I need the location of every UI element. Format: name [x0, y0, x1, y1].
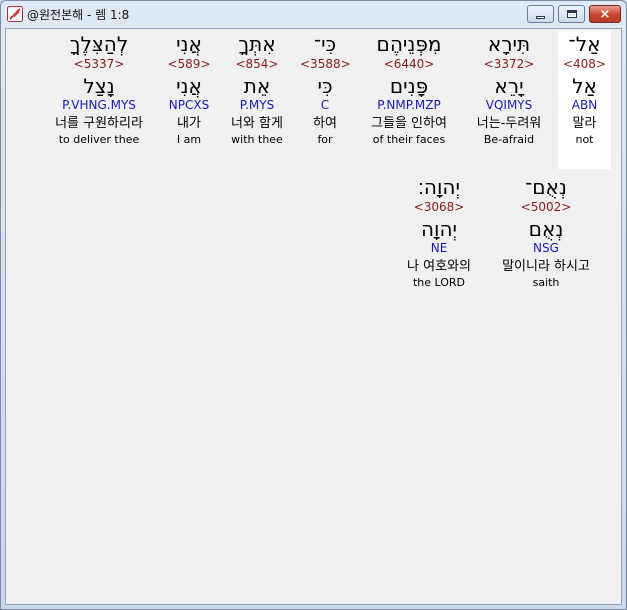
strong-number[interactable]: <5337>	[42, 57, 156, 73]
maximize-icon	[566, 10, 577, 18]
morphology-code[interactable]: C	[300, 98, 350, 115]
word-column[interactable]: מִפְּנֵיהֶם <6440> פָּנִים P.NMP.MZP 그들을…	[360, 31, 458, 169]
hebrew-word: תִּירָא	[487, 32, 531, 56]
korean-gloss: 그들을 인하여	[371, 116, 447, 131]
hebrew-word: לְהַצִּלֶךָ	[69, 32, 129, 56]
korean-gloss: 너를 구원하리라	[55, 116, 143, 131]
hebrew-word: נְאֻם־	[525, 175, 567, 199]
strong-number[interactable]: <5002>	[490, 200, 602, 216]
hebrew-lemma: אַל	[572, 74, 597, 98]
hebrew-lemma: אֲנִי	[176, 74, 202, 98]
english-gloss: Be-afraid	[483, 133, 535, 146]
word-column[interactable]: יְהוָה׃ <3068> יְהוָה NE 나 여호와의 the LORD	[396, 174, 482, 312]
korean-gloss: 말이니라 하시고	[502, 259, 590, 274]
english-gloss: to deliver thee	[58, 133, 140, 146]
strong-number[interactable]: <408>	[558, 57, 611, 73]
strong-number[interactable]: <854>	[223, 57, 291, 73]
english-gloss: for	[317, 133, 333, 146]
word-column[interactable]: תִּירָא <3372> יָרֵא VQIMYS 너는-두려워 Be-af…	[474, 31, 544, 169]
korean-gloss: 나 여호와의	[407, 259, 471, 274]
korean-gloss: 너는-두려워	[476, 116, 542, 131]
hebrew-lemma: אֵת	[243, 74, 271, 98]
morphology-code[interactable]: P.MYS	[223, 98, 291, 115]
korean-gloss: 하여	[313, 116, 337, 131]
morphology-code[interactable]: VQIMYS	[474, 98, 544, 115]
english-gloss: the LORD	[412, 276, 466, 289]
word-column[interactable]: נְאֻם־ <5002> נְאֻם NSG 말이니라 하시고 saith	[490, 174, 602, 312]
strong-number[interactable]: <589>	[164, 57, 214, 73]
strong-number[interactable]: <6440>	[360, 57, 458, 73]
korean-gloss: 말라	[572, 116, 597, 131]
word-column[interactable]: אִתְּךָ <854> אֵת P.MYS 너와 함게 with thee	[223, 31, 291, 169]
word-column[interactable]: אֲנִי <589> אֲנִי NPCXS 내가 I am	[164, 31, 214, 169]
hebrew-word: אֲנִי	[176, 32, 202, 56]
korean-gloss: 내가	[177, 116, 201, 131]
morphology-code[interactable]: ABN	[558, 98, 611, 115]
strong-number[interactable]: <3372>	[474, 57, 544, 73]
english-gloss: with thee	[231, 133, 283, 146]
strong-number[interactable]: <3068>	[396, 200, 482, 216]
morphology-code[interactable]: P.VHNG.MYS	[42, 98, 156, 115]
maximize-button[interactable]	[558, 5, 585, 23]
english-gloss: I am	[176, 133, 202, 146]
korean-gloss: 너와 함게	[231, 116, 283, 131]
app-feather-icon	[7, 6, 23, 22]
hebrew-lemma: יְהוָה	[420, 217, 458, 241]
hebrew-word: אַל־	[568, 32, 601, 56]
app-window: @원전본해 - 렘 1:8 × אַל־ <408> אַל ABN 말라 no…	[0, 0, 627, 610]
word-column[interactable]: לְהַצִּלֶךָ <5337> נָצַל P.VHNG.MYS 너를 구…	[42, 31, 156, 169]
hebrew-lemma: כִּי	[317, 74, 333, 98]
close-icon: ×	[599, 6, 611, 22]
strong-number[interactable]: <3588>	[300, 57, 351, 73]
english-gloss: of their faces	[372, 133, 446, 146]
close-button[interactable]: ×	[589, 5, 621, 23]
hebrew-lemma: פָּנִים	[389, 74, 429, 98]
morphology-code[interactable]: P.NMP.MZP	[360, 98, 458, 115]
minimize-button[interactable]	[527, 5, 554, 23]
hebrew-word: יְהוָה׃	[418, 175, 460, 199]
interlinear-panel: אַל־ <408> אַל ABN 말라 not תִּירָא <3372>…	[5, 28, 622, 605]
title-bar[interactable]: @원전본해 - 렘 1:8 ×	[1, 1, 626, 27]
english-gloss: not	[575, 133, 594, 146]
word-column[interactable]: כִּי־ <3588> כִּי C 하여 for	[300, 31, 351, 169]
english-gloss: saith	[532, 276, 560, 289]
hebrew-lemma: יָרֵא	[494, 74, 524, 98]
hebrew-lemma: נְאֻם	[528, 217, 564, 241]
hebrew-word: אִתְּךָ	[238, 32, 276, 56]
morphology-code[interactable]: NSG	[490, 241, 602, 258]
morphology-code[interactable]: NPCXS	[164, 98, 214, 115]
word-column[interactable]: אַל־ <408> אַל ABN 말라 not	[558, 31, 611, 169]
hebrew-lemma: נָצַל	[83, 74, 115, 98]
window-title: @원전본해 - 렘 1:8	[27, 8, 130, 22]
morphology-code[interactable]: NE	[396, 241, 482, 258]
minimize-icon	[536, 15, 545, 19]
hebrew-word: כִּי־	[313, 32, 337, 56]
hebrew-word: מִפְּנֵיהֶם	[376, 32, 442, 56]
